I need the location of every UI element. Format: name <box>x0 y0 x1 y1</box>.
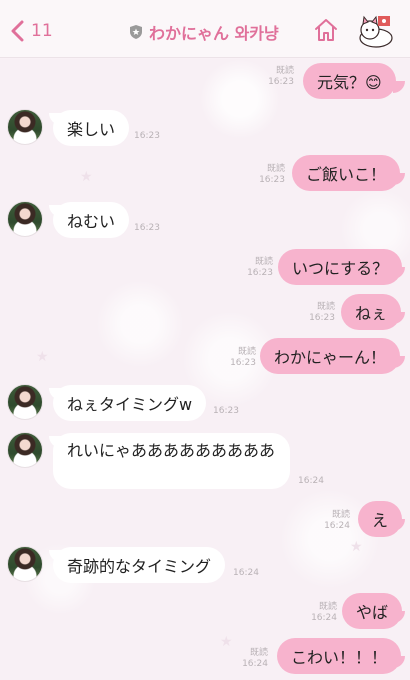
bubble-tail <box>393 312 405 324</box>
message-text: わかにゃーん！ <box>274 348 387 367</box>
unread-count: 11 <box>31 21 53 41</box>
bubble-tail <box>393 611 405 623</box>
message-text: ねむい <box>67 212 116 231</box>
message-bubble-incoming[interactable]: 奇跡的なタイミング <box>53 547 226 583</box>
message-bubble-incoming[interactable]: れいにゃあああああああああ <box>53 433 290 489</box>
avatar[interactable] <box>7 384 43 420</box>
message-meta: 既読 16:24 <box>236 648 268 670</box>
message-time: 16:24 <box>233 568 259 578</box>
read-receipt: 既読 <box>249 648 268 658</box>
message-time: 16:23 <box>230 358 256 368</box>
message-time: 16:23 <box>247 268 273 278</box>
chevron-left-icon <box>11 20 24 42</box>
read-receipt: 既読 <box>318 602 337 612</box>
chat-title[interactable]: わかにゃん 와카냥 <box>128 20 279 44</box>
mascot-icon[interactable] <box>356 12 396 48</box>
home-icon[interactable] <box>313 17 339 43</box>
chat-header: 11 わかにゃん 와카냥 <box>0 0 410 58</box>
message-text: ねぇタイミングw <box>67 395 193 414</box>
message-text: いつにする？ <box>292 259 389 278</box>
message-time: 16:23 <box>213 406 239 416</box>
bubble-tail <box>393 656 405 668</box>
message-bubble-outgoing[interactable]: ねぇ <box>341 294 402 330</box>
message-meta: 既読 16:23 <box>262 66 294 88</box>
bubble-tail <box>393 173 405 185</box>
read-receipt: 既読 <box>316 302 335 312</box>
message-time: 16:23 <box>309 313 335 323</box>
message-text: ご飯いこ！ <box>306 165 387 184</box>
message-text: こわい！！！ <box>291 648 388 667</box>
star-decoration-icon: ★ <box>36 349 49 365</box>
message-text: 楽しい <box>67 120 116 139</box>
star-decoration-icon: ★ <box>80 169 93 185</box>
message-bubble-outgoing[interactable]: わかにゃーん！ <box>260 338 401 374</box>
message-time: 16:24 <box>311 613 337 623</box>
message-bubble-outgoing[interactable]: いつにする？ <box>278 249 403 285</box>
message-bubble-incoming[interactable]: ねむい <box>53 202 130 238</box>
message-meta: 既読 16:23 <box>241 257 273 279</box>
message-time: 16:24 <box>242 659 268 669</box>
message-meta: 既読 16:24 <box>305 602 337 624</box>
bubble-tail <box>393 81 405 93</box>
chat-area[interactable]: ★ ★ ★ ★ ★ 既読 16:23 元気？😊 楽しい 16:23 既読 16:… <box>0 59 410 680</box>
star-decoration-icon: ★ <box>220 634 233 650</box>
read-receipt: 既読 <box>275 66 294 76</box>
avatar[interactable] <box>7 432 43 468</box>
star-decoration-icon: ★ <box>350 539 363 555</box>
message-time: 16:23 <box>134 223 160 233</box>
avatar[interactable] <box>7 546 43 582</box>
bubble-tail <box>393 519 405 531</box>
message-text: やば <box>356 603 389 622</box>
chat-title-text: わかにゃん 와카냥 <box>149 24 279 43</box>
bubble-tail <box>393 267 405 279</box>
message-meta: 既読 16:23 <box>253 164 285 186</box>
read-receipt: 既読 <box>237 347 256 357</box>
message-text: え <box>372 511 389 530</box>
message-meta: 既読 16:23 <box>303 302 335 324</box>
message-time: 16:23 <box>259 175 285 185</box>
message-bubble-outgoing[interactable]: こわい！！！ <box>277 638 402 674</box>
message-time: 16:24 <box>324 521 350 531</box>
message-meta: 既読 16:24 <box>322 510 350 532</box>
message-text: れいにゃあああああああああ <box>67 441 276 460</box>
avatar[interactable] <box>7 201 43 237</box>
message-bubble-outgoing[interactable]: ご飯いこ！ <box>292 155 401 191</box>
message-text: 奇跡的なタイミング <box>67 557 212 576</box>
message-bubble-incoming[interactable]: 楽しい <box>53 110 130 146</box>
avatar[interactable] <box>7 109 43 145</box>
message-time: 16:24 <box>298 476 324 486</box>
shield-star-icon <box>130 25 142 39</box>
message-text: 元気？😊 <box>317 73 382 92</box>
message-time: 16:23 <box>268 77 294 87</box>
message-bubble-incoming[interactable]: ねぇタイミングw <box>53 385 207 421</box>
message-bubble-outgoing[interactable]: 元気？😊 <box>303 63 396 99</box>
message-meta: 既読 16:23 <box>224 347 256 369</box>
back-button[interactable]: 11 <box>10 17 53 45</box>
read-receipt: 既読 <box>331 510 350 520</box>
bubble-tail <box>393 356 405 368</box>
message-text: ねぇ <box>355 304 388 323</box>
message-time: 16:23 <box>134 131 160 141</box>
read-receipt: 既読 <box>266 164 285 174</box>
read-receipt: 既読 <box>254 257 273 267</box>
